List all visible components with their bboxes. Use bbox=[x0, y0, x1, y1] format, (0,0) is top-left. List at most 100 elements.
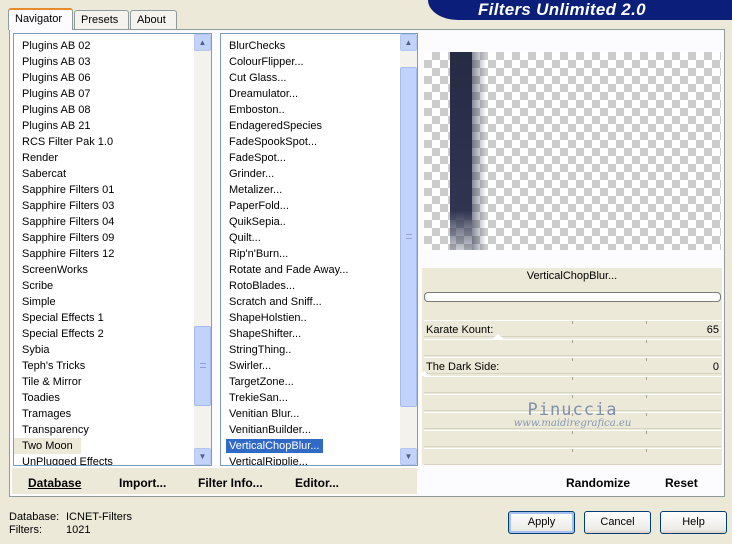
category-listbox[interactable]: Plugins AB 02 Plugins AB 03 Plugins AB 06 P… bbox=[13, 33, 212, 466]
param-label: Karate Kount: bbox=[426, 324, 494, 336]
scroll-down-button[interactable]: ▼ bbox=[400, 448, 417, 465]
list-item[interactable]: Plugins AB 21 bbox=[14, 118, 193, 134]
list-item[interactable]: Quilt... bbox=[221, 230, 399, 246]
tick-mark bbox=[646, 340, 647, 343]
import-button[interactable]: Import... bbox=[119, 473, 166, 493]
list-item[interactable]: Teph's Tricks bbox=[14, 358, 193, 374]
list-item[interactable]: Emboston.. bbox=[221, 102, 399, 118]
list-item[interactable]: ShapeShifter... bbox=[221, 326, 399, 342]
help-button[interactable]: Help bbox=[660, 511, 727, 534]
param-karate-kount[interactable]: Karate Kount: 65 bbox=[424, 322, 721, 339]
list-item[interactable]: Plugins AB 07 bbox=[14, 86, 193, 102]
list-item[interactable]: Sapphire Filters 03 bbox=[14, 198, 193, 214]
list-item[interactable]: TrekieSan... bbox=[221, 390, 399, 406]
list-item[interactable]: Special Effects 1 bbox=[14, 310, 193, 326]
list-item[interactable]: ShapeHolstien.. bbox=[221, 310, 399, 326]
filter-info-button[interactable]: Filter Info... bbox=[198, 473, 263, 493]
tick-mark bbox=[572, 449, 573, 452]
list-item[interactable]: TargetZone... bbox=[221, 374, 399, 390]
apply-button[interactable]: Apply bbox=[508, 511, 575, 534]
list-item[interactable]: Sapphire Filters 09 bbox=[14, 230, 193, 246]
list-item[interactable]: FadeSpookSpot... bbox=[221, 134, 399, 150]
param-slot-6 bbox=[424, 412, 721, 429]
list-item[interactable]: RCS Filter Pak 1.0 bbox=[14, 134, 193, 150]
chevron-up-icon: ▲ bbox=[404, 38, 413, 47]
tab-navigator[interactable]: Navigator bbox=[8, 8, 73, 30]
preview-blur-stroke bbox=[450, 52, 472, 250]
list-item-label: VerticalChopBlur... bbox=[226, 439, 323, 453]
list-item[interactable]: Tile & Mirror bbox=[14, 374, 193, 390]
randomize-button[interactable]: Randomize bbox=[566, 473, 630, 493]
list-item[interactable]: Sabercat bbox=[14, 166, 193, 182]
list-item[interactable]: Swirler... bbox=[221, 358, 399, 374]
list-item[interactable]: Plugins AB 06 bbox=[14, 70, 193, 86]
scroll-up-button[interactable]: ▲ bbox=[194, 34, 211, 51]
list-item[interactable]: PaperFold... bbox=[221, 198, 399, 214]
list-item[interactable]: Render bbox=[14, 150, 193, 166]
list-item[interactable]: ScreenWorks bbox=[14, 262, 193, 278]
list-item[interactable]: Special Effects 2 bbox=[14, 326, 193, 342]
list-item[interactable]: VenitianBuilder... bbox=[221, 422, 399, 438]
category-scrollbar[interactable]: ▲ ▼ bbox=[194, 34, 211, 465]
list-item[interactable]: VerticalChopBlur... bbox=[221, 438, 399, 454]
list-item[interactable]: Grinder... bbox=[221, 166, 399, 182]
tick-mark bbox=[572, 431, 573, 434]
preview-blur-fade bbox=[472, 52, 486, 250]
status-database-label: Database: bbox=[9, 511, 60, 523]
filter-scrollbar[interactable]: ▲ ▼ bbox=[400, 34, 417, 465]
cancel-button[interactable]: Cancel bbox=[584, 511, 651, 534]
list-item[interactable]: Two Moon bbox=[14, 438, 81, 454]
list-item[interactable]: Dreamulator... bbox=[221, 86, 399, 102]
list-item[interactable]: Plugins AB 03 bbox=[14, 54, 193, 70]
param-the-dark-side[interactable]: The Dark Side: 0 bbox=[424, 359, 721, 376]
list-item[interactable]: Metalizer... bbox=[221, 182, 399, 198]
list-item[interactable]: Transparency bbox=[14, 422, 193, 438]
list-item[interactable]: Rip'n'Burn... bbox=[221, 246, 399, 262]
list-item[interactable]: Rotate and Fade Away... bbox=[221, 262, 399, 278]
scroll-down-button[interactable]: ▼ bbox=[194, 448, 211, 465]
list-item[interactable]: StringThing.. bbox=[221, 342, 399, 358]
tick-mark bbox=[572, 413, 573, 416]
list-item[interactable]: VerticalRipplie... bbox=[221, 454, 399, 465]
list-item[interactable]: Plugins AB 08 bbox=[14, 102, 193, 118]
scroll-up-button[interactable]: ▲ bbox=[400, 34, 417, 51]
list-item[interactable]: UnPlugged Effects bbox=[14, 454, 193, 465]
tab-about[interactable]: About bbox=[130, 10, 177, 29]
scroll-thumb[interactable] bbox=[400, 67, 417, 407]
database-button[interactable]: Database bbox=[28, 473, 81, 493]
status-database-value: ICNET-Filters bbox=[66, 511, 132, 523]
tab-presets[interactable]: Presets bbox=[74, 10, 129, 29]
status-filters: Filters: 1021 bbox=[9, 524, 90, 536]
list-item[interactable]: Scribe bbox=[14, 278, 193, 294]
progress-bar bbox=[424, 292, 721, 302]
list-item[interactable]: RotoBlades... bbox=[221, 278, 399, 294]
list-item[interactable]: Scratch and Sniff... bbox=[221, 294, 399, 310]
list-item[interactable]: Simple bbox=[14, 294, 193, 310]
list-item[interactable]: FadeSpot... bbox=[221, 150, 399, 166]
filter-listbox[interactable]: BlurChecks ColourFlipper... Cut Glass... Dr… bbox=[220, 33, 418, 466]
grip-icon bbox=[406, 234, 412, 239]
list-item[interactable]: Cut Glass... bbox=[221, 70, 399, 86]
list-item[interactable]: Sapphire Filters 12 bbox=[14, 246, 193, 262]
filter-preview bbox=[424, 52, 721, 250]
list-item[interactable]: QuikSepia.. bbox=[221, 214, 399, 230]
filter-list: BlurChecks ColourFlipper... Cut Glass... Dr… bbox=[221, 38, 399, 465]
list-item[interactable]: Sapphire Filters 04 bbox=[14, 214, 193, 230]
list-item[interactable]: Sybia bbox=[14, 342, 193, 358]
grip-icon bbox=[200, 363, 206, 368]
scroll-thumb[interactable] bbox=[194, 326, 211, 406]
list-item[interactable]: Toadies bbox=[14, 390, 193, 406]
tick-mark bbox=[572, 340, 573, 343]
reset-button[interactable]: Reset bbox=[665, 473, 698, 493]
list-item[interactable]: ColourFlipper... bbox=[221, 54, 399, 70]
list-item[interactable]: Plugins AB 02 bbox=[14, 38, 193, 54]
list-item[interactable]: EndageredSpecies bbox=[221, 118, 399, 134]
list-item[interactable]: Tramages bbox=[14, 406, 193, 422]
editor-button[interactable]: Editor... bbox=[295, 473, 339, 493]
list-item[interactable]: Sapphire Filters 01 bbox=[14, 182, 193, 198]
selected-filter-name: VerticalChopBlur... bbox=[526, 270, 618, 282]
list-item[interactable]: Venitian Blur... bbox=[221, 406, 399, 422]
list-item[interactable]: BlurChecks bbox=[221, 38, 399, 54]
tick-mark bbox=[572, 377, 573, 380]
tick-mark bbox=[646, 395, 647, 398]
